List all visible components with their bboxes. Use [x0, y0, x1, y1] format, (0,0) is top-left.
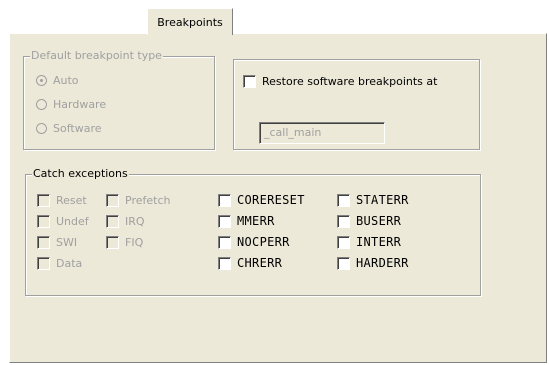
radio-hardware-label: Hardware — [53, 97, 107, 111]
catch-staterr-box — [337, 193, 350, 207]
default-breakpoint-type-legend: Default breakpoint type — [30, 49, 163, 63]
catch-interr-box — [337, 235, 350, 249]
catch-nocperr-box — [218, 235, 231, 249]
restore-breakpoints-checkbox[interactable]: Restore software breakpoints at — [243, 73, 437, 89]
catch-mmerr-checkbox[interactable]: MMERR — [218, 213, 275, 229]
catch-staterr-checkbox[interactable]: STATERR — [337, 192, 409, 208]
catch-prefetch-label: Prefetch — [125, 193, 171, 207]
catch-swi-label: SWI — [56, 235, 78, 249]
catch-nocperr-checkbox[interactable]: NOCPERR — [218, 234, 290, 250]
radio-hardware-indicator — [36, 98, 47, 110]
catch-harderr-checkbox[interactable]: HARDERR — [337, 255, 409, 271]
catch-interr-label: INTERR — [356, 235, 402, 249]
catch-mmerr-box — [218, 214, 231, 228]
catch-irq-checkbox[interactable]: IRQ — [106, 213, 145, 229]
catch-harderr-box — [337, 256, 350, 270]
catch-exceptions-group: Catch exceptions Reset Prefetch Undef IR… — [25, 167, 481, 296]
catch-undef-label: Undef — [56, 214, 89, 228]
catch-corereset-checkbox[interactable]: CORERESET — [218, 192, 305, 208]
radio-software-label: Software — [53, 121, 102, 135]
catch-mmerr-label: MMERR — [237, 214, 275, 228]
breakpoints-panel: Default breakpoint type Auto Hardware So… — [9, 33, 547, 363]
catch-chrerr-label: CHRERR — [237, 256, 283, 270]
catch-reset-checkbox[interactable]: Reset — [37, 192, 87, 208]
catch-chrerr-checkbox[interactable]: CHRERR — [218, 255, 282, 271]
tab-breakpoints-label: Breakpoints — [157, 15, 223, 29]
catch-nocperr-label: NOCPERR — [237, 235, 290, 249]
radio-auto[interactable]: Auto — [36, 72, 79, 88]
catch-reset-box — [37, 193, 50, 207]
radio-auto-indicator — [36, 74, 47, 86]
radio-auto-label: Auto — [53, 73, 79, 87]
catch-undef-box — [37, 214, 50, 228]
catch-prefetch-box — [106, 193, 119, 207]
catch-corereset-box — [218, 193, 231, 207]
catch-fiq-box — [106, 235, 119, 249]
default-breakpoint-type-group: Default breakpoint type Auto Hardware So… — [23, 49, 215, 150]
catch-swi-box — [37, 235, 50, 249]
catch-prefetch-checkbox[interactable]: Prefetch — [106, 192, 170, 208]
catch-chrerr-box — [218, 256, 231, 270]
restore-breakpoints-checkbox-box — [243, 74, 256, 88]
restore-breakpoints-label: Restore software breakpoints at — [262, 74, 438, 88]
catch-exceptions-legend: Catch exceptions — [32, 167, 129, 181]
catch-fiq-checkbox[interactable]: FIQ — [106, 234, 143, 250]
catch-interr-checkbox[interactable]: INTERR — [337, 234, 401, 250]
catch-fiq-label: FIQ — [125, 235, 144, 249]
catch-undef-checkbox[interactable]: Undef — [37, 213, 89, 229]
catch-harderr-label: HARDERR — [356, 256, 409, 270]
radio-software-indicator — [36, 122, 47, 134]
catch-data-label: Data — [56, 256, 83, 270]
radio-hardware[interactable]: Hardware — [36, 96, 106, 112]
radio-software[interactable]: Software — [36, 120, 102, 136]
restore-location-field[interactable]: _call_main — [259, 122, 385, 144]
catch-data-checkbox[interactable]: Data — [37, 255, 82, 271]
catch-corereset-label: CORERESET — [237, 193, 305, 207]
catch-irq-box — [106, 214, 119, 228]
restore-breakpoints-group: Restore software breakpoints at _call_ma… — [233, 59, 480, 150]
catch-buserr-label: BUSERR — [356, 214, 402, 228]
catch-buserr-box — [337, 214, 350, 228]
catch-swi-checkbox[interactable]: SWI — [37, 234, 77, 250]
tab-breakpoints[interactable]: Breakpoints — [147, 8, 233, 35]
catch-irq-label: IRQ — [125, 214, 145, 228]
catch-data-box — [37, 256, 50, 270]
catch-buserr-checkbox[interactable]: BUSERR — [337, 213, 401, 229]
catch-staterr-label: STATERR — [356, 193, 409, 207]
catch-reset-label: Reset — [56, 193, 87, 207]
